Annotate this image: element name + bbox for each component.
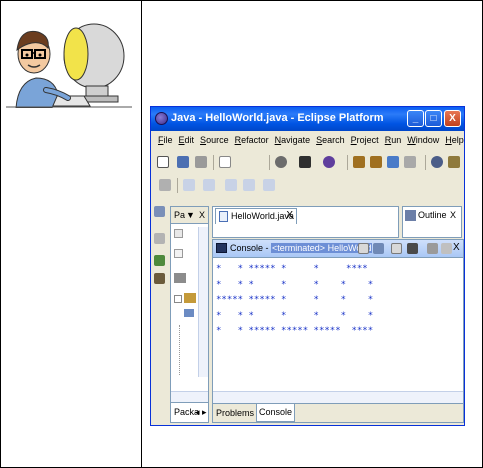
menu-project[interactable]: Project — [348, 134, 382, 149]
menu-edit[interactable]: Edit — [176, 134, 198, 149]
console-horizontal-scrollbar[interactable] — [213, 391, 463, 403]
window-title: Java - HelloWorld.java - Eclipse Platfor… — [171, 112, 384, 124]
minimize-button[interactable]: _ — [407, 110, 424, 127]
menu-bar: File Edit Source Refactor Navigate Searc… — [151, 134, 464, 149]
pen-icon[interactable] — [448, 156, 460, 168]
package-explorer-close[interactable]: X — [199, 210, 205, 220]
src-folder-icon — [184, 309, 194, 317]
maximize-button[interactable]: □ — [425, 110, 442, 127]
package-bottom-tab[interactable]: Packa ◂ ▸ — [171, 402, 208, 422]
horizontal-scrollbar[interactable] — [171, 391, 208, 402]
new-package-icon[interactable] — [370, 156, 382, 168]
package-explorer: Pa ▼ X Packa ◂ ▸ — [170, 206, 209, 423]
java-file-icon — [219, 211, 228, 222]
outline-view: Outline X — [402, 206, 462, 238]
debug-perspective-icon[interactable] — [154, 273, 165, 284]
package-explorer-tab[interactable]: Pa ▼ X — [171, 207, 208, 224]
toolbar-separator — [213, 155, 214, 170]
menu-search[interactable]: Search — [313, 134, 348, 149]
eclipse-window: Java - HelloWorld.java - Eclipse Platfor… — [150, 106, 465, 426]
eclipse-icon — [155, 112, 168, 125]
resource-perspective-icon[interactable] — [154, 233, 165, 244]
main-toolbar — [151, 153, 464, 173]
tab-console[interactable]: Console — [256, 404, 296, 422]
package-explorer-label: Pa — [174, 210, 186, 220]
vertical-scrollbar[interactable] — [198, 227, 208, 377]
programmer-illustration — [6, 23, 132, 108]
tree-toggle-icon[interactable] — [174, 295, 182, 303]
perspective-bar — [151, 199, 168, 425]
folder-icon — [174, 249, 183, 258]
menu-file[interactable]: File — [155, 134, 176, 149]
console-close[interactable]: X — [453, 242, 460, 253]
console-output: * * ***** * * **** * * * * * * * ***** *… — [216, 264, 374, 337]
project-icon — [184, 293, 196, 303]
external-tools-icon[interactable] — [323, 156, 335, 168]
secondary-toolbar — [151, 176, 464, 196]
menu-source[interactable]: Source — [197, 134, 232, 149]
collapse-all-icon[interactable] — [174, 273, 186, 283]
console-view: Console - <terminated> HelloWorld X * * … — [212, 239, 464, 423]
perspective-icon[interactable] — [154, 206, 165, 217]
scroll-lock-icon[interactable] — [441, 243, 452, 254]
terminate-icon[interactable] — [358, 243, 369, 254]
menu-help[interactable]: Help — [442, 134, 464, 149]
bottom-tab-bar: Problems Console — [213, 403, 463, 422]
open-type-icon[interactable] — [404, 156, 416, 168]
new-class-icon[interactable] — [387, 156, 399, 168]
debug-icon[interactable] — [275, 156, 287, 168]
menu-window[interactable]: Window — [404, 134, 442, 149]
remove-launch-icon[interactable] — [373, 243, 384, 254]
tree-line — [179, 325, 180, 375]
outline-icon — [405, 210, 416, 221]
console-title-text: Console - — [230, 243, 272, 253]
menu-navigate[interactable]: Navigate — [272, 134, 314, 149]
menu-refactor[interactable]: Refactor — [232, 134, 272, 149]
tab-scroll-arrows[interactable]: ◂ ▸ — [195, 407, 207, 418]
editor-tab[interactable]: HelloWorld.java X — [215, 208, 297, 224]
tab-problems[interactable]: Problems — [216, 408, 254, 418]
view-menu-icon[interactable]: ▼ — [186, 210, 195, 220]
search-icon[interactable] — [431, 156, 443, 168]
last-edit-icon[interactable] — [225, 179, 237, 191]
toolbar-separator — [347, 155, 348, 170]
back-nav-icon[interactable] — [174, 229, 183, 238]
toolbar-separator — [177, 178, 178, 193]
editor-tab-label: HelloWorld.java — [231, 211, 294, 221]
editor-tab-close[interactable]: X — [286, 210, 293, 221]
title-bar[interactable]: Java - HelloWorld.java - Eclipse Platfor… — [151, 107, 464, 131]
console-title: Console - <terminated> HelloWorld — [230, 243, 373, 253]
console-icon — [216, 243, 227, 253]
java-perspective-icon[interactable] — [154, 255, 165, 266]
previous-annotation-icon[interactable] — [203, 179, 215, 191]
forward-icon[interactable] — [263, 179, 275, 191]
outline-tab-label[interactable]: Outline — [418, 210, 447, 220]
new-icon[interactable] — [157, 156, 169, 168]
pin-console-icon[interactable] — [391, 243, 402, 254]
frame-divider — [141, 0, 142, 468]
clear-console-icon[interactable] — [427, 243, 438, 254]
display-console-icon[interactable] — [407, 243, 418, 254]
outline-close[interactable]: X — [450, 210, 456, 220]
next-annotation-icon[interactable] — [183, 179, 195, 191]
print-icon[interactable] — [195, 156, 207, 168]
copy-icon[interactable] — [219, 156, 231, 168]
back-icon[interactable] — [243, 179, 255, 191]
close-button[interactable]: X — [444, 110, 461, 127]
run-icon[interactable] — [299, 156, 311, 168]
new-project-icon[interactable] — [353, 156, 365, 168]
toolbar-separator — [269, 155, 270, 170]
editor-area: HelloWorld.java X — [212, 206, 399, 238]
menu-run[interactable]: Run — [382, 134, 405, 149]
annotation-icon[interactable] — [159, 179, 171, 191]
save-icon[interactable] — [177, 156, 189, 168]
console-header[interactable]: Console - <terminated> HelloWorld X — [213, 240, 463, 258]
toolbar-separator — [425, 155, 426, 170]
